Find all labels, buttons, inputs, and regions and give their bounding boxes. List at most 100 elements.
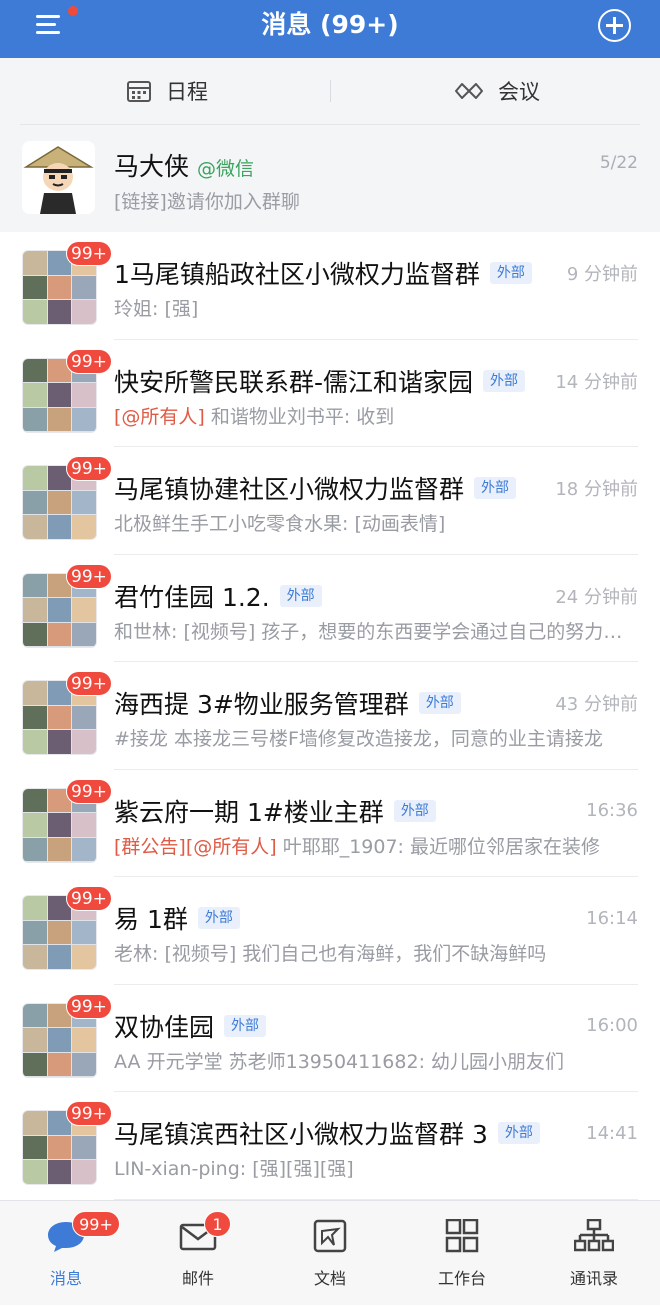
- external-tag: 外部: [474, 477, 517, 499]
- external-tag: 外部: [393, 799, 436, 822]
- external-tag: 外部: [279, 584, 322, 607]
- tab-contacts[interactable]: 通讯录: [528, 1201, 660, 1306]
- chat-list-item[interactable]: 99+ 紫云府一期 1#楼业主群 外部 16:36 [群公告][@所有人] 叶耶耶_19…: [0, 770, 660, 877]
- tab-label: 通讯录: [569, 1269, 618, 1288]
- chat-title: 快安所警民联系群-儒江和谐家园: [114, 367, 474, 397]
- chat-list-item[interactable]: 99+ 1马尾镇船政社区小微权力监督群 外部 9 分钟前玲姐: [强]: [0, 232, 660, 340]
- grid-icon: [445, 1219, 479, 1253]
- tab-label: 文档: [313, 1269, 346, 1288]
- chat-list-item[interactable]: 99+ 马尾镇协建社区小微权力监督群 外部 18 分钟前北极鲜生手工小吃零食水果: […: [0, 447, 660, 555]
- chat-title: 1马尾镇船政社区小微权力监督群: [114, 260, 480, 289]
- chat-preview: [@所有人] 和谐物业刘书平: 收到: [114, 402, 638, 429]
- schedule-button[interactable]: 日程: [126, 58, 208, 124]
- chat-title-row: 海西提 3#物业服务管理群 外部 43 分钟前: [114, 686, 638, 720]
- chat-time: 14:41: [586, 1122, 638, 1144]
- chat-time: 16:00: [586, 1015, 638, 1036]
- chat-list-item[interactable]: 99+ 君竹佳园 1.2. 外部 24 分钟前和世林: [视频号] 孩子，想要的东西要…: [0, 555, 660, 662]
- tab-mail[interactable]: 1 邮件: [132, 1201, 264, 1306]
- unread-badge: 99+: [66, 563, 112, 589]
- chat-title: 双协佳园: [114, 1012, 215, 1042]
- external-tag: 外部: [483, 369, 526, 392]
- chat-title: 马尾镇滨西社区小微权力监督群 3: [114, 1120, 488, 1149]
- chat-list-item[interactable]: 99+ 快安所警民联系群-儒江和谐家园 外部 14 分钟前 [@所有人] 和谐物业刘书平…: [0, 340, 660, 447]
- chat-title: 易 1群: [114, 905, 188, 934]
- plus-circle-icon[interactable]: [598, 9, 631, 42]
- chat-preview: 北极鲜生手工小吃零食水果: [动画表情]: [114, 509, 638, 536]
- tab-label: 邮件: [181, 1269, 214, 1288]
- tab-documents[interactable]: 文档: [264, 1201, 396, 1306]
- unread-badge: 99+: [66, 671, 112, 696]
- org-chart-icon: [574, 1219, 614, 1252]
- preview-text: 叶耶耶_1907: 最近哪位邻居家在装修: [276, 835, 600, 858]
- preview-text: 和世林: [视频号] 孩子，想要的东西要学会通过自己的努力去争取: [114, 620, 638, 643]
- chat-time: 16:36: [586, 800, 638, 821]
- chat-title-row: 紫云府一期 1#楼业主群 外部 16:36: [114, 794, 638, 828]
- chat-list-item[interactable]: 99+ 海西提 3#物业服务管理群 外部 43 分钟前 #接龙 本接龙三号楼F墙修复改造…: [0, 662, 660, 770]
- unread-badge: 99+: [72, 1211, 120, 1237]
- meeting-button[interactable]: 会议: [454, 58, 540, 124]
- preview-text: 玲姐: [强]: [114, 298, 199, 320]
- chat-title-row: 快安所警民联系群-儒江和谐家园 外部 14 分钟前: [114, 364, 638, 398]
- tab-workbench[interactable]: 工作台: [396, 1201, 528, 1306]
- preview-text: LIN-xian-ping: [强][强][强]: [114, 1158, 354, 1180]
- chat-time: 24 分钟前: [555, 586, 638, 608]
- calendar-icon: [127, 81, 151, 102]
- divider: [330, 80, 331, 102]
- unread-badge: 99+: [66, 993, 112, 1019]
- external-tag: 外部: [497, 1122, 540, 1144]
- preview-text: #接龙 本接龙三号楼F墙修复改造接龙，同意的业主请接龙: [114, 728, 603, 750]
- chat-title-row: 君竹佳园 1.2. 外部 24 分钟前: [114, 579, 638, 613]
- unread-badge: 99+: [66, 241, 112, 266]
- chat-time: 9 分钟前: [566, 264, 638, 285]
- chat-title: 马尾镇协建社区小微权力监督群: [114, 475, 465, 504]
- chat-preview: [链接]邀请你加入群聊: [114, 191, 300, 213]
- chat-title-row: 易 1群 外部 16:14: [114, 901, 638, 935]
- chat-list: 99+ 1马尾镇船政社区小微权力监督群 外部 9 分钟前 玲姐: [强] 99+ 快安所警民…: [0, 232, 660, 1200]
- chat-title-row: 马尾镇协建社区小微权力监督群 外部 18 分钟前: [114, 471, 638, 505]
- top-area: 日程 会议 马大侠 @微信 5/22 [链接]邀请你加入群聊: [0, 58, 660, 232]
- chat-preview: [群公告][@所有人] 叶耶耶_1907: 最近哪位邻居家在装修: [114, 832, 638, 859]
- chat-time: 14 分钟前: [555, 371, 638, 393]
- chat-time: 43 分钟前: [555, 694, 638, 715]
- chat-title: 海西提 3#物业服务管理群: [114, 690, 409, 719]
- chat-name: 马大侠 @微信: [114, 152, 255, 181]
- document-icon: [313, 1219, 347, 1253]
- unread-badge: 1: [204, 1211, 231, 1237]
- chat-preview: 玲姐: [强]: [114, 294, 638, 321]
- top-header: 消息 (99+): [0, 0, 660, 58]
- external-tag: 外部: [197, 907, 240, 929]
- chat-time: 16:14: [586, 907, 638, 929]
- chat-preview: LIN-xian-ping: [强][强][强]: [114, 1154, 638, 1181]
- mention-label: [@所有人]: [114, 405, 205, 428]
- chat-list-item[interactable]: 99+ 易 1群 外部 16:14 老林: [视频号] 我们自己也有海鲜，我们不缺海鲜吗: [0, 877, 660, 985]
- chat-title: 君竹佳园 1.2.: [114, 582, 270, 612]
- preview-text: AA 开元学堂 苏老师13950411682: 幼儿园小朋友们: [114, 1050, 565, 1073]
- bottom-tab-bar: 99+ 消息 1 邮件 文档 工作台 通讯录: [0, 1200, 660, 1305]
- avatar: [22, 141, 95, 214]
- meeting-label: 会议: [498, 80, 540, 104]
- external-tag: 外部: [224, 1014, 267, 1037]
- mention-label: [群公告][@所有人]: [114, 835, 277, 858]
- quick-actions: 日程 会议: [0, 58, 660, 125]
- tab-label: 消息: [49, 1269, 82, 1288]
- pinned-chat-item[interactable]: 马大侠 @微信 5/22 [链接]邀请你加入群聊: [0, 125, 660, 232]
- unread-badge: 99+: [66, 348, 112, 374]
- wechat-tag: @微信: [197, 158, 255, 180]
- meeting-icon: [455, 83, 483, 99]
- chat-list-item[interactable]: 99+ 双协佳园 外部 16:00 AA 开元学堂 苏老师13950411682: 幼儿…: [0, 985, 660, 1092]
- external-tag: 外部: [489, 262, 532, 284]
- chat-title: 紫云府一期 1#楼业主群: [114, 797, 384, 827]
- schedule-label: 日程: [166, 80, 208, 104]
- chat-preview: 老林: [视频号] 我们自己也有海鲜，我们不缺海鲜吗: [114, 939, 638, 966]
- chat-title-row: 双协佳园 外部 16:00: [114, 1009, 638, 1043]
- chat-preview: 和世林: [视频号] 孩子，想要的东西要学会通过自己的努力去争取: [114, 617, 638, 644]
- unread-badge: 99+: [66, 886, 112, 911]
- chat-list-item[interactable]: 99+ 马尾镇滨西社区小微权力监督群 3 外部 14:41 LIN-xian-ping:…: [0, 1092, 660, 1200]
- unread-badge: 99+: [66, 778, 112, 804]
- tab-label: 工作台: [437, 1269, 486, 1288]
- chat-title-row: 马尾镇滨西社区小微权力监督群 3 外部 14:41: [114, 1116, 638, 1150]
- chat-time: 18 分钟前: [555, 479, 638, 500]
- unread-badge: 99+: [66, 456, 112, 481]
- tab-messages[interactable]: 99+ 消息: [0, 1201, 132, 1306]
- chat-title-row: 1马尾镇船政社区小微权力监督群 外部 9 分钟前: [114, 256, 638, 290]
